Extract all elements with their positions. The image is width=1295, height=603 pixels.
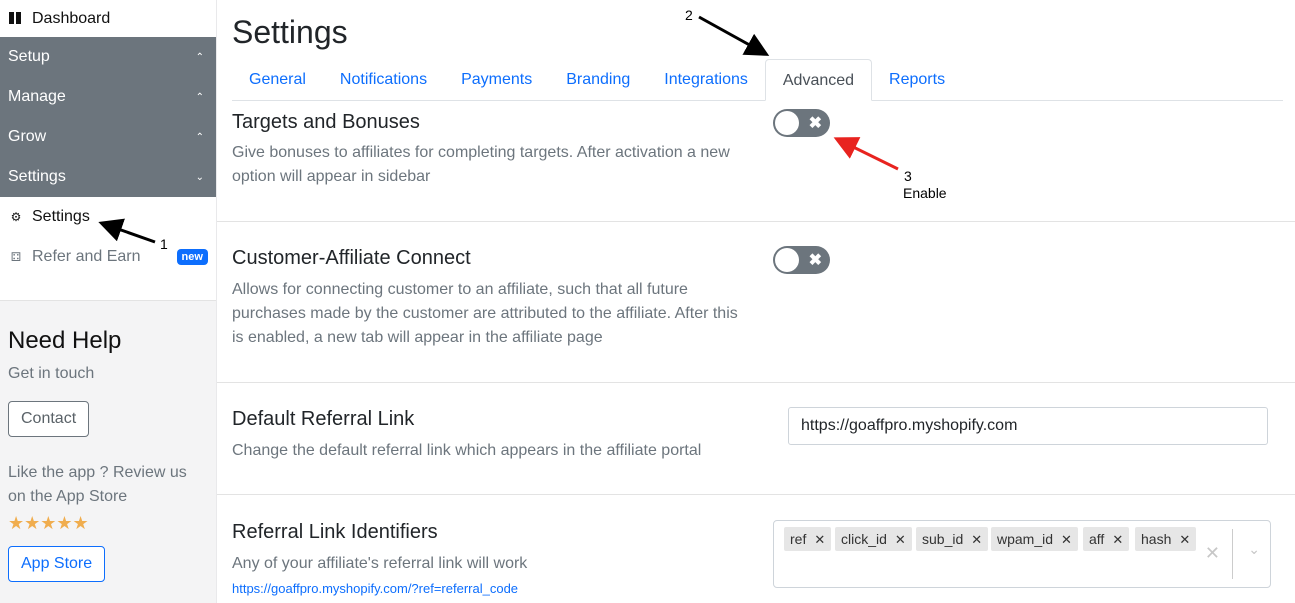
setting-description: Change the default referral link which a… <box>232 442 702 459</box>
sidebar-section-manage[interactable]: Manage ⌃ <box>0 77 216 117</box>
close-icon: ✖ <box>808 252 822 269</box>
contact-button[interactable]: Contact <box>8 401 90 437</box>
review-text: Like the app ? Review us on the App Stor… <box>8 464 187 505</box>
page-title: Settings <box>232 14 348 50</box>
identifiers-multiselect[interactable]: ref ✕ click_id ✕ sub_id ✕ wpam_id ✕ aff ✕ has… <box>773 520 1271 588</box>
targets-toggle[interactable]: ✖ <box>773 109 830 137</box>
toggle-knob <box>775 111 799 135</box>
annotation-label-enable: Enable <box>903 185 947 201</box>
dice-icon: ⚃ <box>10 250 22 264</box>
chevron-up-icon: ⌃ <box>195 131 204 143</box>
sidebar-divider <box>0 277 216 301</box>
section-label: Settings <box>8 168 66 185</box>
setting-customer-affiliate-connect: Customer-Affiliate Connect Allows for co… <box>217 222 1295 383</box>
tag-chip: sub_id ✕ <box>916 527 989 551</box>
remove-tag-icon[interactable]: ✕ <box>895 532 906 547</box>
setting-title: Customer-Affiliate Connect <box>232 247 471 269</box>
gear-icon: ⚙ <box>10 210 22 224</box>
sidebar-item-settings[interactable]: ⚙ Settings <box>0 197 216 237</box>
sidebar-item-refer-and-earn[interactable]: ⚃ Refer and Earn new <box>0 237 216 277</box>
tag-label: sub_id <box>922 531 964 547</box>
sidebar-item-dashboard[interactable]: Dashboard <box>0 0 216 37</box>
tab-payments[interactable]: Payments <box>444 59 549 101</box>
tab-integrations[interactable]: Integrations <box>647 59 765 101</box>
setting-title: Default Referral Link <box>232 408 415 430</box>
app-store-button[interactable]: App Store <box>8 546 106 582</box>
remove-tag-icon[interactable]: ✕ <box>1061 532 1072 547</box>
remove-tag-icon[interactable]: ✕ <box>814 532 825 547</box>
setting-default-referral-link: Default Referral Link Change the default… <box>217 383 1295 495</box>
example-referral-link[interactable]: https://goaffpro.myshopify.com/?ref=refe… <box>232 581 518 596</box>
sidebar-item-label: Settings <box>32 208 90 225</box>
remove-tag-icon[interactable]: ✕ <box>971 532 982 547</box>
remove-tag-icon[interactable]: ✕ <box>1112 532 1123 547</box>
section-label: Setup <box>8 48 50 65</box>
default-referral-link-input[interactable]: https://goaffpro.myshopify.com <box>788 407 1268 445</box>
help-panel: Need Help Get in touch Contact Like the … <box>0 301 216 582</box>
tag-label: aff <box>1089 531 1105 547</box>
tag-label: wpam_id <box>997 531 1054 547</box>
tag-label: ref <box>790 531 807 547</box>
chevron-down-icon[interactable]: ⌄ <box>1248 541 1260 558</box>
annotation-label-2: 2 <box>685 7 693 23</box>
tag-label: hash <box>1141 531 1172 547</box>
divider <box>1232 529 1233 579</box>
section-label: Grow <box>8 128 47 145</box>
help-subtitle: Get in touch <box>8 365 95 382</box>
sidebar-item-label: Dashboard <box>32 9 111 27</box>
sidebar-item-label: Refer and Earn <box>32 248 141 265</box>
sidebar-section-grow[interactable]: Grow ⌃ <box>0 117 216 157</box>
clear-icon[interactable]: ✕ <box>1205 543 1220 564</box>
toggle-knob <box>775 248 799 272</box>
chevron-up-icon: ⌃ <box>195 51 204 63</box>
main-content: Settings General Notifications Payments … <box>217 0 1295 603</box>
help-title: Need Help <box>8 327 122 354</box>
connect-toggle[interactable]: ✖ <box>773 246 830 274</box>
tag-label: click_id <box>841 531 887 547</box>
chevron-up-icon: ⌃ <box>195 91 204 103</box>
settings-tabs: General Notifications Payments Branding … <box>232 59 1283 101</box>
tab-notifications[interactable]: Notifications <box>323 59 444 101</box>
tab-general[interactable]: General <box>232 59 323 101</box>
setting-referral-link-identifiers: Referral Link Identifiers Any of your af… <box>217 495 1295 603</box>
setting-description: Give bonuses to affiliates for completin… <box>232 144 730 185</box>
tab-reports[interactable]: Reports <box>872 59 962 101</box>
section-label: Manage <box>8 88 66 105</box>
remove-tag-icon[interactable]: ✕ <box>1179 532 1190 547</box>
tab-advanced[interactable]: Advanced <box>764 59 873 101</box>
tab-branding[interactable]: Branding <box>549 59 647 101</box>
tag-chip: click_id ✕ <box>835 527 912 551</box>
tag-chip: aff ✕ <box>1083 527 1130 551</box>
setting-targets-and-bonuses: Targets and Bonuses Give bonuses to affi… <box>217 101 1295 222</box>
setting-title: Targets and Bonuses <box>232 111 420 133</box>
close-icon: ✖ <box>808 115 822 132</box>
star-rating: ★★★★★ <box>8 513 89 533</box>
dashboard-icon <box>9 12 22 25</box>
new-badge: new <box>176 249 208 265</box>
annotation-label-1: 1 <box>160 236 168 252</box>
chevron-down-icon: ⌄ <box>195 171 204 183</box>
sidebar: Dashboard Setup ⌃ Manage ⌃ Grow ⌃ Settin… <box>0 0 217 603</box>
sidebar-section-setup[interactable]: Setup ⌃ <box>0 37 216 77</box>
setting-description: Any of your affiliate's referral link wi… <box>232 555 528 572</box>
tag-chip: wpam_id ✕ <box>991 527 1078 551</box>
sidebar-section-settings[interactable]: Settings ⌄ <box>0 157 216 197</box>
tag-chip: ref ✕ <box>784 527 832 551</box>
annotation-label-3: 3 <box>904 168 912 184</box>
setting-title: Referral Link Identifiers <box>232 521 438 543</box>
setting-description: Allows for connecting customer to an aff… <box>232 281 738 346</box>
tag-chip: hash ✕ <box>1135 527 1197 551</box>
